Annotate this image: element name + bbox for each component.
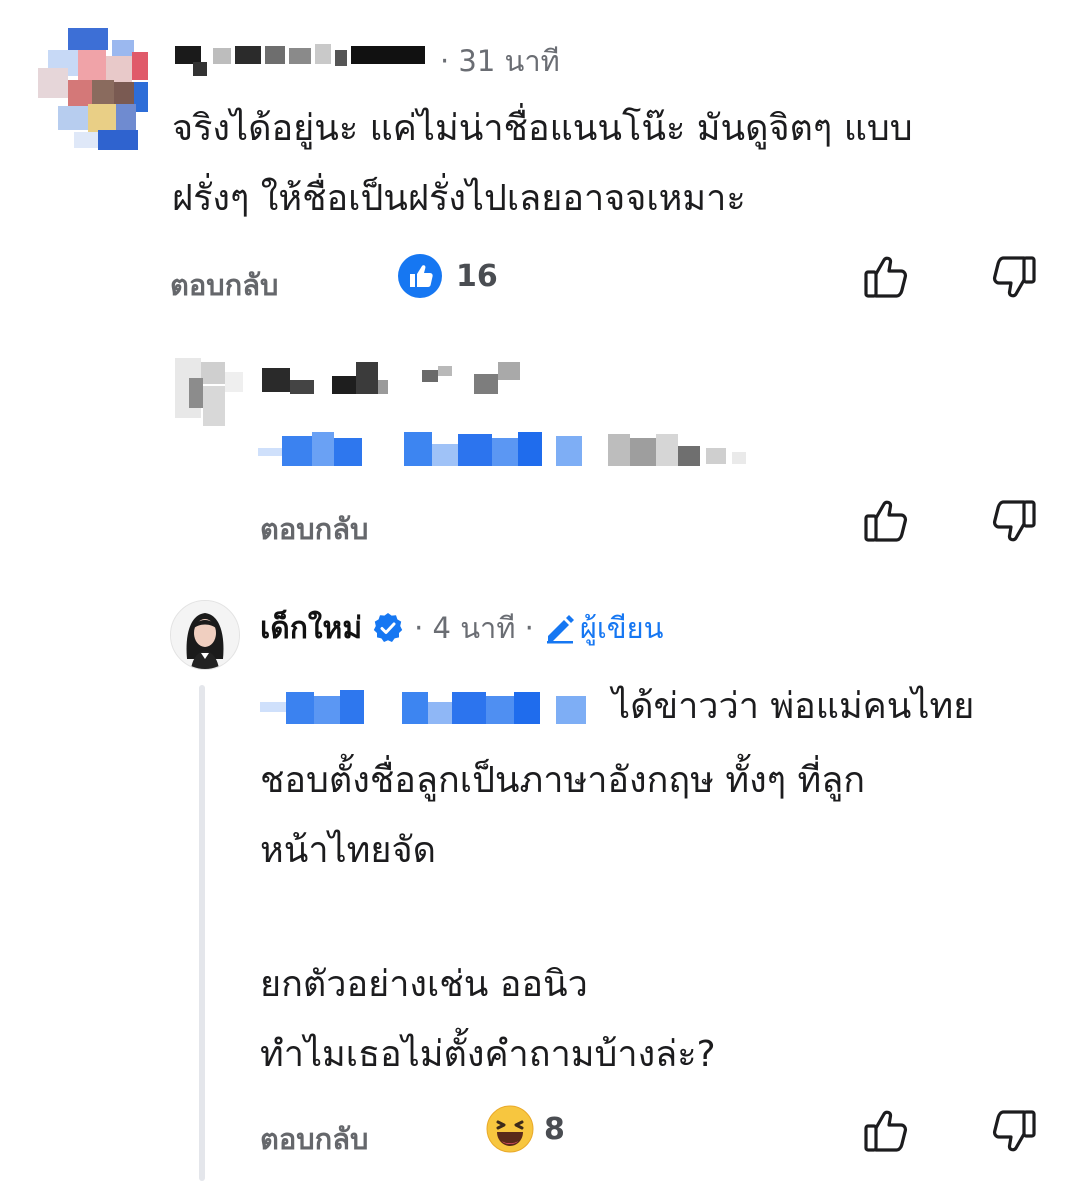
author-badge[interactable]: ผู้เขียน	[580, 605, 664, 651]
thumbs-down-icon[interactable]	[988, 496, 1038, 546]
comment-line: ฝรั่งๆ ให้ชื่อเป็นฝรั่งไปเลยอาจจเหมาะ	[172, 178, 746, 219]
avatar[interactable]	[175, 352, 245, 430]
thumbs-up-icon[interactable]	[862, 1106, 912, 1156]
like-reaction-icon	[398, 254, 442, 298]
author-name[interactable]: เด็กใหม่	[260, 605, 362, 652]
comment-timestamp: · 31 นาที	[440, 44, 560, 78]
comment-body: จริงได้อยู่นะ แค่ไม่น่าชื่อแนนโน๊ะ มันดู…	[172, 100, 1052, 228]
comment-body-redacted	[258, 428, 758, 470]
haha-reaction-icon	[486, 1105, 534, 1153]
thread-line	[199, 685, 205, 1181]
verified-badge-icon	[372, 612, 404, 644]
comment-line: ยกตัวอย่างเช่น ออนิว	[260, 964, 588, 1005]
mention-redacted[interactable]	[260, 688, 600, 728]
thumbs-down-icon[interactable]	[988, 252, 1038, 302]
comment-line: ทำไมเธอไม่ตั้งคำถามบ้างล่ะ?	[260, 1034, 716, 1075]
comment-body: ชอบตั้งชื่อลูกเป็นภาษาอังกฤษ ทั้งๆ ที่ลู…	[260, 752, 1060, 1084]
comment-line: ได้ข่าวว่า พ่อแม่คนไทย	[612, 686, 975, 727]
thumbs-down-icon[interactable]	[988, 1106, 1038, 1156]
reply-button[interactable]: ตอบกลับ	[260, 506, 368, 552]
reaction-summary[interactable]: 8	[486, 1104, 565, 1154]
reply-button[interactable]: ตอบกลับ	[170, 262, 278, 308]
reaction-count: 16	[456, 258, 498, 294]
comment-line: ชอบตั้งชื่อลูกเป็นภาษาอังกฤษ ทั้งๆ ที่ลู…	[260, 760, 866, 801]
author-name-redacted[interactable]	[175, 40, 430, 78]
thumbs-up-icon[interactable]	[862, 496, 912, 546]
author-avatar[interactable]	[170, 600, 240, 670]
author-name-redacted[interactable]	[262, 356, 532, 400]
avatar[interactable]	[38, 28, 148, 150]
pencil-icon	[544, 612, 576, 644]
reaction-summary[interactable]: 16	[398, 252, 498, 300]
comment-line: จริงได้อยู่นะ แค่ไม่น่าชื่อแนนโน๊ะ มันดู…	[172, 108, 913, 149]
author-header: เด็กใหม่ · 4 นาที · ผู้เขียน	[260, 606, 663, 650]
reply-button[interactable]: ตอบกลับ	[260, 1116, 368, 1162]
reaction-count: 8	[544, 1111, 565, 1147]
comment-line: หน้าไทยจัด	[260, 830, 436, 871]
comment-timestamp: · 4 นาที ·	[414, 611, 534, 645]
thumbs-up-icon[interactable]	[862, 252, 912, 302]
